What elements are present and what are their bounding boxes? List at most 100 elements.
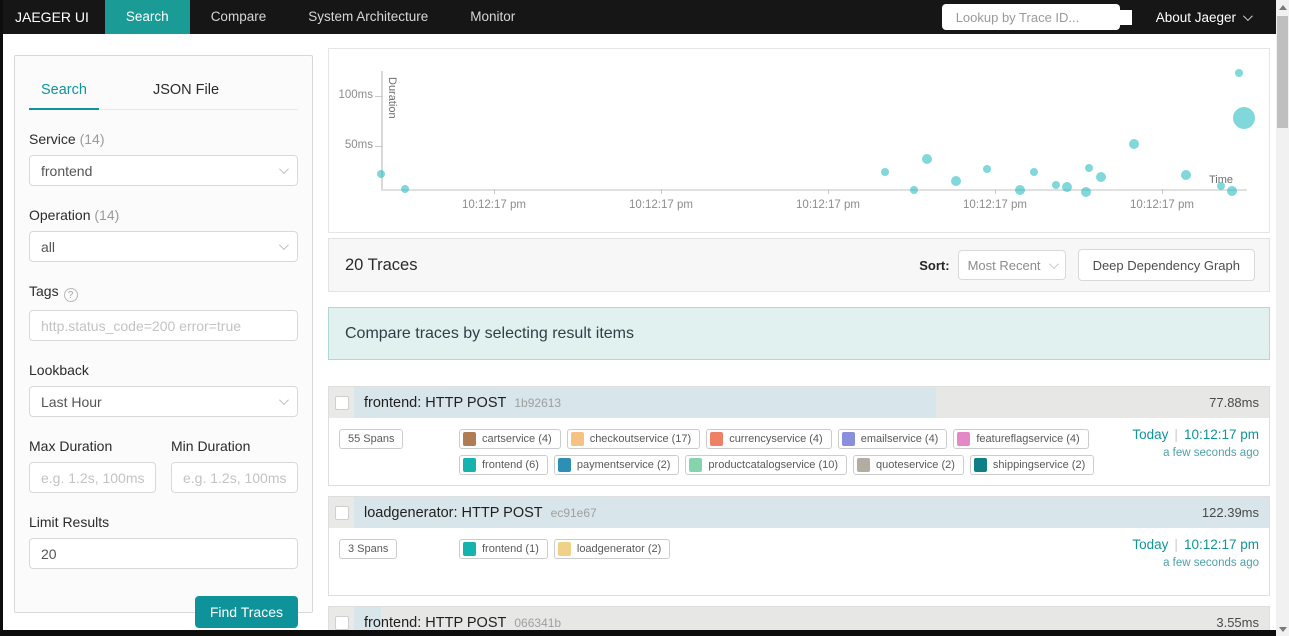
trace-scatter-point[interactable]	[1015, 185, 1026, 195]
find-traces-button[interactable]: Find Traces	[194, 596, 298, 628]
trace-scatter-point[interactable]	[1095, 172, 1106, 182]
y-tick-mark	[375, 96, 383, 97]
x-tick-label: 10:12:17 pm	[796, 199, 860, 211]
scrollbar-thumb[interactable]	[1277, 16, 1288, 128]
x-tick-label: 10:12:17 pm	[629, 199, 693, 211]
compare-banner: Compare traces by selecting result items	[328, 307, 1270, 360]
trace-scatter-point[interactable]	[377, 170, 385, 178]
trace-body: 3 Spans frontend (1) loadgenerator (2) Toda…	[329, 528, 1269, 595]
service-color-icon	[557, 542, 571, 556]
trace-header[interactable]: frontend: HTTP POST 066341b 3.55ms	[329, 607, 1269, 630]
min-duration-input[interactable]	[183, 469, 286, 486]
trace-id: 066341b	[514, 616, 562, 630]
trace-scatter-point[interactable]	[1233, 107, 1256, 129]
service-tag-pill: loadgenerator (2)	[553, 539, 671, 559]
about-jaeger-label: About Jaeger	[1155, 9, 1236, 25]
chevron-down-icon	[278, 395, 289, 406]
sort-select[interactable]: Most Recent	[957, 250, 1066, 280]
limit-results-input[interactable]	[41, 545, 286, 562]
help-icon[interactable]: ?	[63, 288, 78, 302]
navbar-right: About Jaeger	[941, 0, 1276, 34]
trace-date: Today	[1132, 427, 1169, 442]
tab-search[interactable]: Search	[29, 72, 99, 110]
trace-scatter-point[interactable]	[1235, 69, 1244, 77]
trace-time: 10:12:17 pm	[1183, 537, 1259, 552]
service-color-icon	[463, 432, 476, 446]
x-tick-mark	[1162, 189, 1163, 194]
trace-scatter-point[interactable]	[1181, 170, 1192, 180]
service-tag-pill: currencyservice (4)	[706, 429, 832, 449]
service-tag-pill: cartservice (4)	[459, 429, 561, 449]
trace-scatter-point[interactable]	[1061, 182, 1072, 192]
y-tick-mark	[375, 146, 383, 147]
trace-result-card[interactable]: frontend: HTTP POST 1b92613 77.88ms 55 Span…	[328, 386, 1270, 486]
checkbox-cell	[329, 387, 354, 418]
service-color-icon	[857, 458, 871, 472]
deep-dependency-graph-button[interactable]: Deep Dependency Graph	[1077, 249, 1255, 281]
checkbox-cell	[329, 607, 354, 630]
tab-json-file[interactable]: JSON File	[141, 72, 231, 109]
trace-scatter-point[interactable]	[401, 185, 410, 193]
x-tick-mark	[661, 189, 662, 194]
trace-header[interactable]: loadgenerator: HTTP POST ec91e67 122.39ms	[329, 497, 1269, 528]
span-count-pill: 3 Spans	[339, 539, 398, 559]
lookback-select[interactable]: Last Hour	[29, 386, 298, 417]
trace-scatter-point[interactable]	[1085, 164, 1094, 172]
nav-tab-search[interactable]: Search	[104, 0, 190, 34]
tags-label: Tags?	[29, 283, 298, 302]
trace-scatter-point[interactable]	[1080, 187, 1091, 197]
service-tag-pill: shippingservice (2)	[969, 455, 1095, 475]
x-tick-label: 10:12:17 pm	[963, 199, 1027, 211]
trace-scatter-point[interactable]	[1051, 181, 1060, 189]
results-header-bar: 20 Traces Sort: Most Recent Deep Depende…	[328, 238, 1270, 292]
scroll-up-icon[interactable]	[1276, 0, 1289, 14]
results-column: Duration Time 100ms 50ms 10:12:17 pm 10:12:…	[328, 48, 1270, 630]
trace-scatter-point[interactable]	[1030, 168, 1039, 176]
trace-title: frontend: HTTP POST	[364, 615, 507, 630]
jaeger-app-window: JAEGER UI Search Compare System Architec…	[3, 0, 1276, 630]
service-tag-pill: frontend (6)	[459, 455, 548, 475]
max-duration-input[interactable]	[41, 469, 144, 486]
span-count-pill: 55 Spans	[339, 429, 404, 449]
service-color-icon	[957, 432, 971, 446]
min-duration-label: Min Duration	[171, 438, 251, 454]
duration-bar: frontend: HTTP POST 066341b 3.55ms	[354, 607, 1269, 630]
service-tag-pill: checkoutservice (17)	[566, 429, 701, 449]
nav-tab-system-architecture[interactable]: System Architecture	[287, 0, 449, 34]
trace-scatter-point[interactable]	[1216, 182, 1225, 190]
scroll-down-icon[interactable]	[1276, 622, 1289, 636]
trace-duration: 3.55ms	[1216, 615, 1259, 630]
trace-scatter-point[interactable]	[909, 186, 918, 194]
trace-result-card[interactable]: frontend: HTTP POST 066341b 3.55ms	[328, 606, 1270, 630]
trace-select-checkbox[interactable]	[334, 505, 349, 520]
trace-select-checkbox[interactable]	[334, 395, 349, 410]
operation-select[interactable]: all	[29, 231, 298, 262]
service-tags: cartservice (4) checkoutservice (17) curre…	[459, 426, 1099, 475]
service-color-icon	[570, 432, 584, 446]
service-select[interactable]: frontend	[29, 155, 298, 186]
trace-count: 20 Traces	[345, 255, 418, 274]
trace-lookup-box[interactable]	[941, 4, 1132, 30]
service-color-icon	[463, 458, 476, 472]
about-jaeger-menu[interactable]: About Jaeger	[1155, 9, 1253, 25]
trace-scatter-point[interactable]	[881, 168, 890, 176]
trace-id: ec91e67	[550, 506, 597, 520]
trace-relative-time: a few seconds ago	[1163, 447, 1259, 459]
max-duration-wrap	[29, 462, 156, 493]
limit-results-wrap	[29, 538, 298, 569]
tags-input[interactable]	[41, 317, 286, 334]
sort-label: Sort:	[919, 257, 950, 273]
trace-scatter-point[interactable]	[1129, 139, 1140, 149]
trace-select-checkbox[interactable]	[334, 615, 349, 630]
trace-lookup-input[interactable]	[955, 9, 1132, 25]
trace-result-card[interactable]: loadgenerator: HTTP POST ec91e67 122.39ms 3…	[328, 496, 1270, 596]
trace-scatter-point[interactable]	[982, 165, 991, 173]
trace-header[interactable]: frontend: HTTP POST 1b92613 77.88ms	[329, 387, 1269, 418]
operation-select-value: all	[41, 238, 56, 255]
page-scrollbar[interactable]	[1276, 0, 1289, 636]
trace-scatter-point[interactable]	[921, 154, 932, 164]
trace-scatter-point[interactable]	[951, 176, 962, 186]
nav-tab-monitor[interactable]: Monitor	[449, 0, 536, 34]
trace-scatter-point[interactable]	[1227, 186, 1238, 196]
nav-tab-compare[interactable]: Compare	[190, 0, 288, 34]
